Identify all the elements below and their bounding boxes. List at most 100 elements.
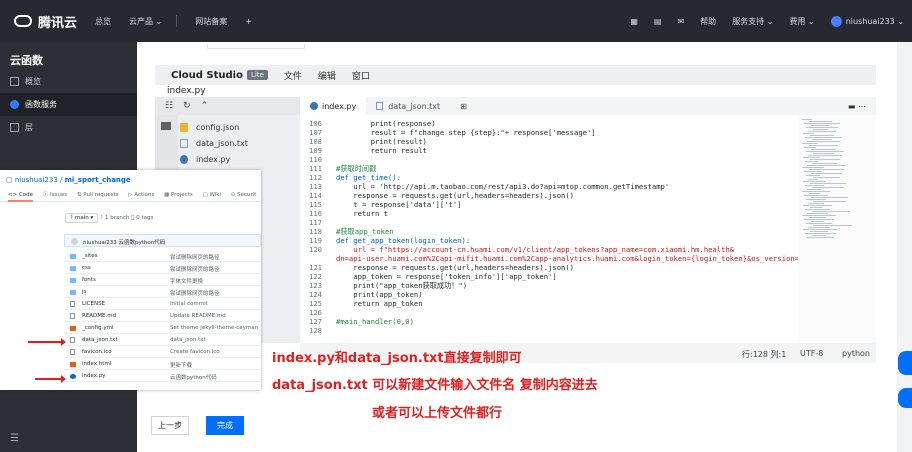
repo-file-name[interactable]: data_json.txt <box>82 337 118 343</box>
repo-file-name[interactable]: js <box>82 289 86 295</box>
nav-overview[interactable]: 总览 <box>95 16 111 27</box>
tab-code[interactable]: <> Code <box>8 190 34 202</box>
code-line[interactable]: 123 print("app_token获取成功！") <box>300 281 467 290</box>
repo-file-commit[interactable]: 尝试删除网页的路径 <box>170 253 220 261</box>
tab-index-py[interactable]: index.py <box>300 97 367 115</box>
repo-file-name[interactable]: LICENSE <box>82 301 105 307</box>
code-line[interactable]: 109 return result <box>300 146 427 155</box>
tab-security[interactable]: ⊙ Securit <box>231 190 257 200</box>
file-language[interactable]: python <box>842 349 870 358</box>
repo-file-row[interactable]: _config.yml Set theme jekyll-theme-cayman <box>64 323 261 334</box>
repo-file-name[interactable]: index.py <box>82 373 106 379</box>
repo-file-name[interactable]: README.md <box>82 313 116 319</box>
repo-file-commit[interactable]: Set theme jekyll-theme-cayman <box>170 325 258 331</box>
repo-file-commit[interactable]: Update README.md <box>170 313 226 319</box>
explorer-toggle-icon[interactable]: ☷ <box>165 101 173 111</box>
code-line[interactable]: 114 response = requests.get(url,headers=… <box>300 191 574 200</box>
sidebar-item-overview[interactable]: 概览 <box>0 70 137 93</box>
menu-file[interactable]: 文件 <box>284 69 302 82</box>
sidebar-item-layers[interactable]: 层 <box>0 116 137 139</box>
repo-file-commit[interactable]: 更新下载 <box>170 361 192 369</box>
menu-window[interactable]: 窗口 <box>352 69 370 82</box>
refresh-icon[interactable]: ↻ <box>183 101 191 111</box>
nav-billing[interactable]: 费用 ⌄ <box>789 16 814 27</box>
code-line[interactable]: 116 return t <box>300 209 388 218</box>
code-line[interactable]: 117 <box>300 218 336 227</box>
code-line[interactable]: 124 print(app_token) <box>300 290 423 299</box>
repo-file-name[interactable]: css <box>82 265 91 271</box>
repo-file-row[interactable]: LICENSE Initial commit <box>64 299 261 310</box>
repo-file-row[interactable]: index.html 更新下载 <box>64 359 261 370</box>
code-line[interactable]: 119 def get_app_token(login_token): <box>300 236 470 245</box>
repo-file-row[interactable]: data_json.txt data_json.txt <box>64 335 261 346</box>
repo-file-name[interactable]: _sites <box>82 253 98 259</box>
repo-file-row[interactable]: index.py 云函数python代码 <box>64 371 261 382</box>
repo-file-row[interactable]: favicon.ico Create favicon.ico <box>64 347 261 358</box>
document-icon[interactable]: ▤ <box>654 17 662 26</box>
code-line[interactable]: 107 result = f"change step {step}:"+ res… <box>300 128 596 137</box>
new-tab-button[interactable]: ⊞ <box>450 97 477 115</box>
sidebar-collapse-icon[interactable]: ☰ <box>10 433 19 444</box>
code-minimap[interactable] <box>798 115 876 343</box>
nav-icp[interactable]: 网站备案 <box>195 16 227 27</box>
tab-pull-requests[interactable]: ⇅ Pull requests <box>77 190 119 200</box>
tab-data-json[interactable]: data_json.txt <box>366 97 450 115</box>
repo-file-commit[interactable]: Initial commit <box>170 301 208 307</box>
mail-icon[interactable]: ✉ <box>677 17 684 26</box>
previous-step-button[interactable]: 上一步 <box>151 416 189 435</box>
code-line[interactable]: 115 t = response['data']['t'] <box>300 200 461 209</box>
code-line[interactable]: 110 <box>300 155 336 164</box>
file-encoding[interactable]: UTF-8 <box>800 349 823 358</box>
nav-help[interactable]: 帮助 <box>700 16 716 27</box>
repo-file-name[interactable]: _config.yml <box>82 325 113 331</box>
code-line[interactable]: 111 #获取时间戳 <box>300 164 376 173</box>
repo-title[interactable]: ▢ niushuai233 / mi_sport_change <box>6 176 131 184</box>
code-line[interactable]: 112 def get_time(): <box>300 173 401 182</box>
floating-doc-button[interactable] <box>898 388 912 408</box>
code-line[interactable]: 121 response = requests.get(url,headers=… <box>300 263 574 272</box>
code-line[interactable]: 120 url = f"https://account-cn.huami.com… <box>300 245 734 254</box>
nav-support[interactable]: 服务支持 ⌄ <box>732 16 773 27</box>
repo-file-row[interactable]: fonts 字体文件更换 <box>64 275 261 286</box>
more-icon[interactable]: ▬ ⋯ <box>848 102 866 111</box>
repo-file-commit[interactable]: data_json.txt <box>170 337 206 343</box>
sidebar-item-functions[interactable]: 函数服务 <box>0 93 137 116</box>
file-item[interactable]: data_json.txt <box>180 135 248 151</box>
add-shortcut-button[interactable]: + <box>245 17 252 26</box>
tab-issues[interactable]: ⓘ Issues <box>43 190 67 200</box>
tab-wiki[interactable]: ▢ Wiki <box>203 190 222 200</box>
folder-icon[interactable] <box>161 122 171 130</box>
repo-file-commit[interactable]: 云函数python代码 <box>170 373 217 381</box>
repo-file-name[interactable]: index.html <box>82 361 111 367</box>
tab-actions[interactable]: ▷ Actions <box>128 190 154 200</box>
repo-file-commit[interactable]: 尝试删除网页的路径 <box>170 289 220 297</box>
nav-products[interactable]: 云产品 ⌄ <box>129 16 162 27</box>
code-line[interactable]: 106 print(response) <box>300 119 436 128</box>
user-menu[interactable]: niushuai233 ⌄ <box>830 15 904 27</box>
code-line[interactable]: dn=api-user.huami.com%2Capi-mifit.huami.… <box>300 254 798 263</box>
file-item[interactable]: index.py <box>180 151 230 167</box>
code-line[interactable]: 122 app_token = response['token_info']['… <box>300 272 557 281</box>
repo-file-commit[interactable]: 字体文件更换 <box>170 277 203 285</box>
file-item[interactable]: config.json <box>180 119 239 135</box>
repo-file-row[interactable]: js 尝试删除网页的路径 <box>64 287 261 298</box>
repo-file-commit[interactable]: Create favicon.ico <box>170 349 220 355</box>
code-line[interactable]: 125 return app_token <box>300 299 423 308</box>
code-line[interactable]: 113 url = 'http://api.m.taobao.com/rest/… <box>300 182 669 191</box>
code-line[interactable]: 126 <box>300 308 336 317</box>
branch-info[interactable]: ᚹ 1 branch ⃝ 0 tags <box>100 215 153 221</box>
repo-file-commit[interactable]: 尝试删除网页的路径 <box>170 265 220 273</box>
toolbox-icon[interactable]: ▦ <box>630 17 638 26</box>
tencent-cloud-logo[interactable]: 腾讯云 <box>14 12 77 31</box>
repo-file-name[interactable]: fonts <box>82 277 96 283</box>
done-button[interactable]: 完成 <box>206 416 244 435</box>
repo-file-row[interactable]: README.md Update README.md <box>64 311 261 322</box>
code-line[interactable]: 118 #获取app_token <box>300 227 394 236</box>
code-line[interactable]: 127 #main_handler(0,0) <box>300 317 414 326</box>
repo-file-row[interactable]: _sites 尝试删除网页的路径 <box>64 251 261 262</box>
code-line[interactable]: 128 <box>300 326 336 335</box>
chevron-up-icon[interactable]: ⌃ <box>201 101 209 111</box>
tab-projects[interactable]: ▦ Projects <box>164 190 193 200</box>
floating-chat-button[interactable] <box>898 351 912 375</box>
repo-file-name[interactable]: favicon.ico <box>82 349 112 355</box>
